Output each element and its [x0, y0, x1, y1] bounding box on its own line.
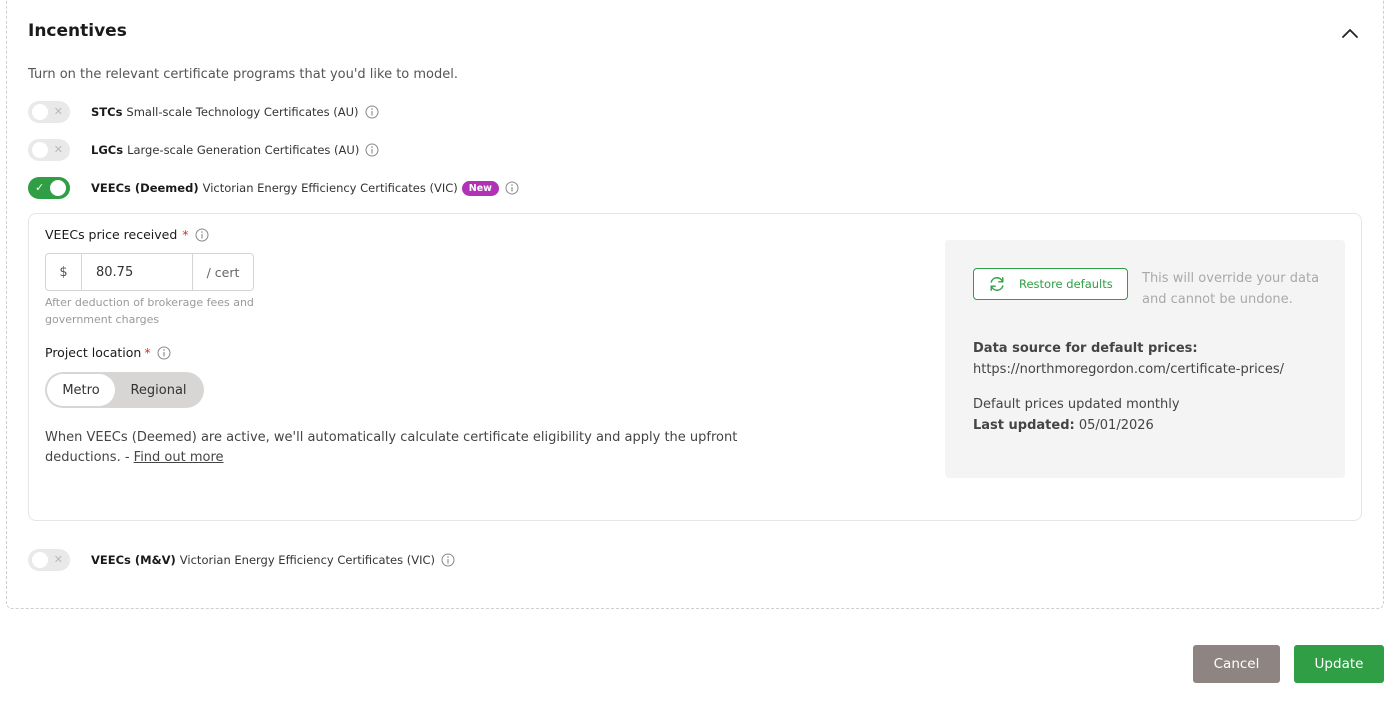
- location-option-regional[interactable]: Regional: [115, 374, 202, 406]
- data-source-label: Data source for default prices:: [973, 341, 1198, 356]
- data-source-url: https://northmoregordon.com/certificate-…: [973, 362, 1284, 377]
- program-row-lgcs: ✕ LGCs Large-scale Generation Certificat…: [28, 138, 379, 162]
- new-badge: New: [461, 180, 499, 196]
- info-icon[interactable]: [157, 346, 171, 360]
- price-label-text: VEECs price received: [45, 227, 178, 242]
- update-button[interactable]: Update: [1294, 645, 1384, 683]
- program-code: STCs: [91, 105, 123, 119]
- program-code: VEECs (Deemed): [91, 181, 199, 195]
- program-name: Victorian Energy Efficiency Certificates…: [179, 553, 435, 567]
- data-source: Data source for default prices: https://…: [973, 338, 1284, 380]
- veecs-settings-card: VEECs price received * $ / cert After de…: [28, 213, 1362, 521]
- program-row-stcs: ✕ STCs Small-scale Technology Certificat…: [28, 100, 379, 124]
- location-label-text: Project location: [45, 345, 142, 360]
- price-input[interactable]: [82, 254, 192, 290]
- program-code: VEECs (M&V): [91, 553, 176, 567]
- refresh-icon: [990, 277, 1004, 291]
- last-updated-value: 05/01/2026: [1078, 418, 1154, 433]
- program-name: Small-scale Technology Certificates (AU): [126, 105, 359, 119]
- x-icon: ✕: [53, 105, 63, 118]
- location-option-metro[interactable]: Metro: [47, 374, 115, 406]
- info-icon[interactable]: [365, 143, 379, 157]
- restore-defaults-button[interactable]: Restore defaults: [973, 268, 1128, 300]
- intro-text: Turn on the relevant certificate program…: [28, 67, 458, 82]
- toggle-knob: [32, 552, 48, 568]
- incentives-panel: Incentives Turn on the relevant certific…: [6, 0, 1384, 609]
- info-icon[interactable]: [195, 228, 209, 242]
- update-frequency: Default prices updated monthly: [973, 397, 1180, 412]
- program-row-veecs-deemed: ✓ VEECs (Deemed) Victorian Energy Effici…: [28, 176, 519, 200]
- x-icon: ✕: [53, 553, 63, 566]
- toggle-knob: [32, 142, 48, 158]
- required-mark: *: [144, 345, 151, 360]
- defaults-panel: Restore defaults This will override your…: [945, 240, 1345, 478]
- location-label: Project location *: [45, 345, 171, 360]
- program-name: Large-scale Generation Certificates (AU): [127, 143, 360, 157]
- toggle-knob: [32, 104, 48, 120]
- info-icon[interactable]: [505, 181, 519, 195]
- veecs-mv-toggle[interactable]: ✕: [28, 549, 70, 571]
- chevron-up-icon[interactable]: [1340, 25, 1360, 41]
- cancel-button[interactable]: Cancel: [1193, 645, 1280, 683]
- last-updated-label: Last updated:: [973, 418, 1075, 433]
- currency-prefix: $: [46, 254, 82, 290]
- toggle-knob: [50, 180, 66, 196]
- program-code: LGCs: [91, 143, 124, 157]
- check-icon: ✓: [35, 181, 45, 194]
- program-name: Victorian Energy Efficiency Certificates…: [202, 181, 458, 195]
- price-input-group: $ / cert: [45, 253, 254, 291]
- veecs-note: When VEECs (Deemed) are active, we'll au…: [45, 428, 745, 468]
- x-icon: ✕: [53, 143, 63, 156]
- program-row-veecs-mv: ✕ VEECs (M&V) Victorian Energy Efficienc…: [28, 548, 455, 572]
- restore-defaults-label: Restore defaults: [1019, 277, 1113, 291]
- panel-title: Incentives: [28, 21, 127, 41]
- required-mark: *: [182, 227, 189, 242]
- stcs-toggle[interactable]: ✕: [28, 101, 70, 123]
- location-segmented-control: Metro Regional: [45, 372, 204, 408]
- price-label: VEECs price received *: [45, 227, 209, 242]
- price-help-text: After deduction of brokerage fees and go…: [45, 296, 254, 326]
- restore-warning: This will override your data and cannot …: [1142, 271, 1320, 307]
- info-icon[interactable]: [365, 105, 379, 119]
- info-icon[interactable]: [441, 553, 455, 567]
- veecs-deemed-toggle[interactable]: ✓: [28, 177, 70, 199]
- update-info: Default prices updated monthly Last upda…: [973, 394, 1180, 436]
- unit-suffix: / cert: [192, 254, 253, 290]
- lgcs-toggle[interactable]: ✕: [28, 139, 70, 161]
- find-out-more-link[interactable]: Find out more: [134, 450, 224, 465]
